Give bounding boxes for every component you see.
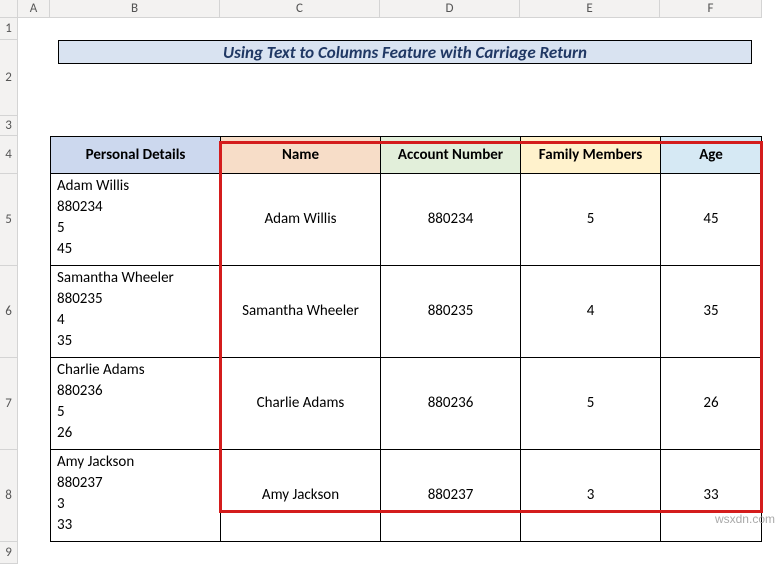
row-header-9[interactable]: 9 <box>0 542 18 564</box>
row-header-5[interactable]: 5 <box>0 174 18 266</box>
cell-name-3[interactable]: Charlie Adams <box>220 358 380 450</box>
col-header-b[interactable]: B <box>50 0 220 18</box>
col-header-c[interactable]: C <box>220 0 380 18</box>
cell-personal-1[interactable]: Adam Willis 880234 5 45 <box>50 174 220 266</box>
spreadsheet-grid: A B C D E F 1 2 3 4 5 6 7 8 9 Using Text… <box>0 0 781 564</box>
header-personal-details[interactable]: Personal Details <box>50 136 220 174</box>
cell-account-3[interactable]: 880236 <box>380 358 520 450</box>
col-header-d[interactable]: D <box>380 0 520 18</box>
row-header-8[interactable]: 8 <box>0 450 18 542</box>
row-header-7[interactable]: 7 <box>0 358 18 450</box>
raw-line: 4 <box>57 310 214 331</box>
cell-family-1[interactable]: 5 <box>520 174 660 266</box>
row-header-6[interactable]: 6 <box>0 266 18 358</box>
cell-name-4[interactable]: Amy Jackson <box>220 450 380 542</box>
cell-personal-2[interactable]: Samantha Wheeler 880235 4 35 <box>50 266 220 358</box>
header-age[interactable]: Age <box>660 136 762 174</box>
col-header-a[interactable]: A <box>18 0 50 18</box>
cell-age-4[interactable]: 33 <box>660 450 762 542</box>
raw-line: 3 <box>57 494 214 515</box>
cell-family-3[interactable]: 5 <box>520 358 660 450</box>
cell-age-1[interactable]: 45 <box>660 174 762 266</box>
header-family[interactable]: Family Members <box>520 136 660 174</box>
raw-line: 880237 <box>57 473 214 494</box>
col-header-e[interactable]: E <box>520 0 660 18</box>
cell-family-2[interactable]: 4 <box>520 266 660 358</box>
raw-line: 880234 <box>57 197 214 218</box>
cell-account-4[interactable]: 880237 <box>380 450 520 542</box>
cell-personal-3[interactable]: Charlie Adams 880236 5 26 <box>50 358 220 450</box>
cell-personal-4[interactable]: Amy Jackson 880237 3 33 <box>50 450 220 542</box>
raw-line: Samantha Wheeler <box>57 268 214 289</box>
cell-age-2[interactable]: 35 <box>660 266 762 358</box>
select-all-corner[interactable] <box>0 0 18 18</box>
cell-name-2[interactable]: Samantha Wheeler <box>220 266 380 358</box>
cell-age-3[interactable]: 26 <box>660 358 762 450</box>
header-name[interactable]: Name <box>220 136 380 174</box>
cell-family-4[interactable]: 3 <box>520 450 660 542</box>
raw-line: 26 <box>57 423 214 444</box>
cell-name-1[interactable]: Adam Willis <box>220 174 380 266</box>
row-header-4[interactable]: 4 <box>0 136 18 174</box>
raw-line: Adam Willis <box>57 176 214 197</box>
row-header-1[interactable]: 1 <box>0 18 18 40</box>
raw-line: 880235 <box>57 289 214 310</box>
raw-line: Amy Jackson <box>57 452 214 473</box>
raw-line: Charlie Adams <box>57 360 214 381</box>
raw-line: 45 <box>57 239 214 260</box>
row-header-2[interactable]: 2 <box>0 40 18 116</box>
watermark: wsxdn.com <box>715 512 775 526</box>
col-header-f[interactable]: F <box>660 0 762 18</box>
cell-account-1[interactable]: 880234 <box>380 174 520 266</box>
cell-account-2[interactable]: 880235 <box>380 266 520 358</box>
header-account[interactable]: Account Number <box>380 136 520 174</box>
raw-line: 33 <box>57 515 214 536</box>
row-header-3[interactable]: 3 <box>0 116 18 136</box>
raw-line: 880236 <box>57 381 214 402</box>
raw-line: 35 <box>57 331 214 352</box>
raw-line: 5 <box>57 402 214 423</box>
page-title[interactable]: Using Text to Columns Feature with Carri… <box>58 40 752 64</box>
raw-line: 5 <box>57 218 214 239</box>
